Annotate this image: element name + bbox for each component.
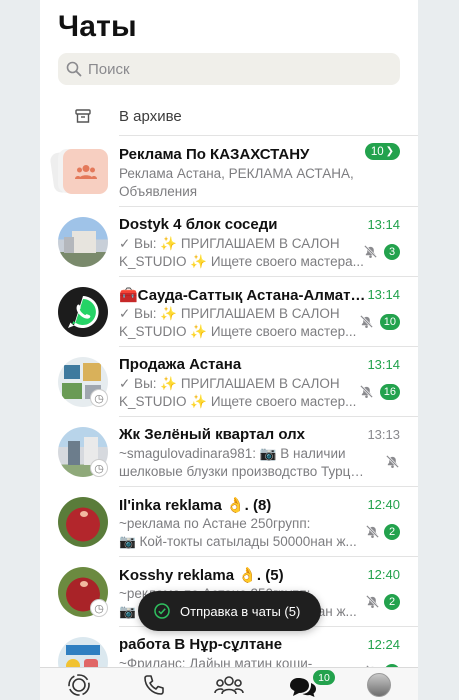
chat-row[interactable]: ◷ Продажа Астана 13:14 ✓ Вы: ✨ ПРИГЛАШАЕ… [40,347,418,417]
unread-badge: 10 ❯ [364,143,400,160]
timestamp: 12:40 [367,567,400,582]
avatar [58,217,108,267]
unread-badge: 3 [384,244,400,260]
chat-name: Реклама По КАЗАХСТАНУ [119,146,310,163]
tab-settings-avatar[interactable] [367,673,391,697]
muted-icon [360,385,373,398]
tab-communities[interactable] [214,673,244,697]
divider [119,135,418,136]
chat-name: Kosshy reklama 👌. (5) [119,567,284,584]
tab-bar: 10 [40,667,418,700]
preview-line: ~реклама по Астане 250групп: [119,516,311,531]
preview-line: Объявления [119,184,198,199]
unread-badge: 2 [384,524,400,540]
search-placeholder: Поиск [88,60,130,78]
unread-badge: 16 [379,384,400,400]
muted-icon [386,455,399,468]
preview-line: K_STUDIO ✨ Ищете своего мастер... [119,394,357,409]
toast-text: Отправка в чаты (5) [180,603,301,619]
whatsapp-logo [58,287,108,337]
chats-tab-badge: 10 [313,670,335,685]
status-icon: ◷ [90,389,108,407]
timestamp: 13:14 [367,357,400,372]
chat-preview: Реклама Астана, РЕКЛАМА АСТАНА, Объявлен… [119,165,369,201]
chat-row[interactable]: ◷ Жк Зелёный квартал олх 13:13 ~smagulov… [40,417,418,487]
preview-line: ✓ Вы: ✨ ПРИГЛАШАЕМ В САЛОН [119,376,340,391]
check-circle-icon [154,603,170,619]
tab-updates[interactable] [67,673,91,697]
preview-line: Реклама Астана, РЕКЛАМА АСТАНА, [119,166,354,181]
timestamp: 12:40 [367,497,400,512]
search-icon [66,61,82,77]
unread-badge: 10 [379,314,400,330]
chat-row[interactable]: Dostyk 4 блок соседи 13:14 ✓ Вы: ✨ ПРИГЛ… [40,207,418,277]
chat-row[interactable]: Реклама По КАЗАХСТАНУ 10 ❯ Реклама Астана… [40,137,418,207]
chat-name: 🧰Сауда-Саттық Астана-Алматы... [119,287,369,304]
archive-label: В архиве [119,108,182,125]
preview-line: ✓ Вы: ✨ ПРИГЛАШАЕМ В САЛОН [119,236,340,251]
status-icon: ◷ [90,459,108,477]
preview-line: K_STUDIO ✨ Ищете своего мастер... [119,324,357,339]
muted-icon [364,245,377,258]
page-title: Чаты [58,10,137,43]
status-icon: ◷ [90,599,108,617]
muted-icon [366,525,379,538]
muted-icon [360,315,373,328]
chat-name: Il'inka reklama 👌. (8) [119,497,272,514]
chat-name: Жк Зелёный квартал олх [119,426,305,443]
archived-row[interactable]: В архиве [40,98,418,136]
search-input[interactable]: Поиск [58,53,400,85]
chat-preview: ✓ Вы: ✨ ПРИГЛАШАЕМ В САЛОН K_STUDIO ✨ Ищ… [119,235,369,271]
preview-line: ~smagulovadinara981: 📷 В наличии [119,446,346,461]
chat-list-screen: Чаты Поиск В архиве Реклама По КАЗАХСТАН… [40,0,418,700]
archive-icon [75,109,91,123]
tab-calls[interactable] [142,673,166,697]
preview-line: ✓ Вы: ✨ ПРИГЛАШАЕМ В САЛОН [119,306,340,321]
preview-line: K_STUDIO ✨ Ищете своего мастера... [119,254,364,269]
muted-icon [366,595,379,608]
chat-preview: ✓ Вы: ✨ ПРИГЛАШАЕМ В САЛОН K_STUDIO ✨ Ищ… [119,305,369,341]
chat-preview: ~smagulovadinara981: 📷 В наличии шелковы… [119,445,369,481]
community-icon [49,147,108,197]
timestamp: 13:14 [367,287,400,302]
chevron-right-icon: ❯ [385,146,394,157]
chat-name: работа В Нұр-сұлтане [119,636,283,653]
chat-preview: ~реклама по Астане 250групп: 📷 Кой-токты… [119,515,369,551]
timestamp: 13:13 [367,427,400,442]
preview-line: шелковые блузки производство Турци... [119,464,369,479]
chat-name: Dostyk 4 блок соседи [119,216,278,233]
unread-count: 10 [370,145,384,158]
sending-toast: Отправка в чаты (5) [138,591,321,631]
avatar [58,497,108,547]
chat-row[interactable]: Il'inka reklama 👌. (8) 12:40 ~реклама по… [40,487,418,557]
timestamp: 12:24 [367,637,400,652]
chat-row[interactable]: 🧰Сауда-Саттық Астана-Алматы... 13:14 ✓ В… [40,277,418,347]
chat-name: Продажа Астана [119,356,242,373]
preview-line: 📷 Кой-токты сатылады 50000нан ж... [119,534,357,549]
timestamp: 13:14 [367,217,400,232]
chat-preview: ✓ Вы: ✨ ПРИГЛАШАЕМ В САЛОН K_STUDIO ✨ Ищ… [119,375,369,411]
unread-badge: 2 [384,594,400,610]
